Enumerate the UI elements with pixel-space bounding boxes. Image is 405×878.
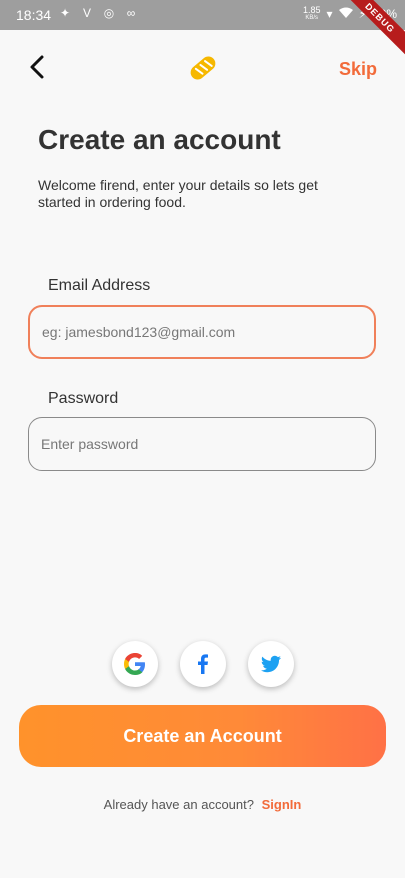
signal-icon: ▾ xyxy=(326,7,333,21)
facebook-login-button[interactable] xyxy=(180,641,226,687)
email-field[interactable] xyxy=(28,305,376,359)
page-subtitle: Welcome firend, enter your details so le… xyxy=(38,177,318,210)
create-account-button[interactable]: Create an Account xyxy=(19,705,386,767)
google-login-button[interactable] xyxy=(112,641,158,687)
page-title: Create an account xyxy=(38,124,281,155)
signin-prompt: Already have an account? xyxy=(103,797,254,812)
v-app-icon: V xyxy=(82,6,91,20)
signin-row: Already have an account? SignIn xyxy=(0,797,405,812)
email-label: Email Address xyxy=(48,277,151,294)
google-icon xyxy=(124,653,145,675)
bread-logo-icon xyxy=(185,50,221,86)
chevron-left-icon xyxy=(30,55,44,79)
wifi-icon xyxy=(338,7,353,22)
twitter-icon xyxy=(261,655,281,673)
net-speed-unit: KB/s xyxy=(305,15,319,21)
sync-icon: ◎ xyxy=(103,6,115,20)
status-bar: 18:34 ✦ V ◎ ∞ 1.85 KB/s ▾ ⚡ 40% DEBUG xyxy=(0,0,405,63)
signin-link[interactable]: SignIn xyxy=(262,797,302,812)
net-speed: 1.85 KB/s xyxy=(303,6,321,22)
twitter-login-button[interactable] xyxy=(248,641,294,687)
status-time: 18:34 xyxy=(16,7,52,23)
net-speed-value: 1.85 xyxy=(302,5,321,15)
glasses-icon: ∞ xyxy=(126,6,136,20)
back-button[interactable] xyxy=(24,53,52,81)
password-label: Password xyxy=(48,390,119,407)
notification-icons: ✦ V ◎ ∞ xyxy=(58,6,138,20)
leaf-icon: ✦ xyxy=(59,6,71,20)
skip-button[interactable]: Skip xyxy=(339,59,377,80)
facebook-icon xyxy=(198,654,208,674)
password-field[interactable] xyxy=(28,417,376,471)
social-login-row xyxy=(112,641,294,687)
